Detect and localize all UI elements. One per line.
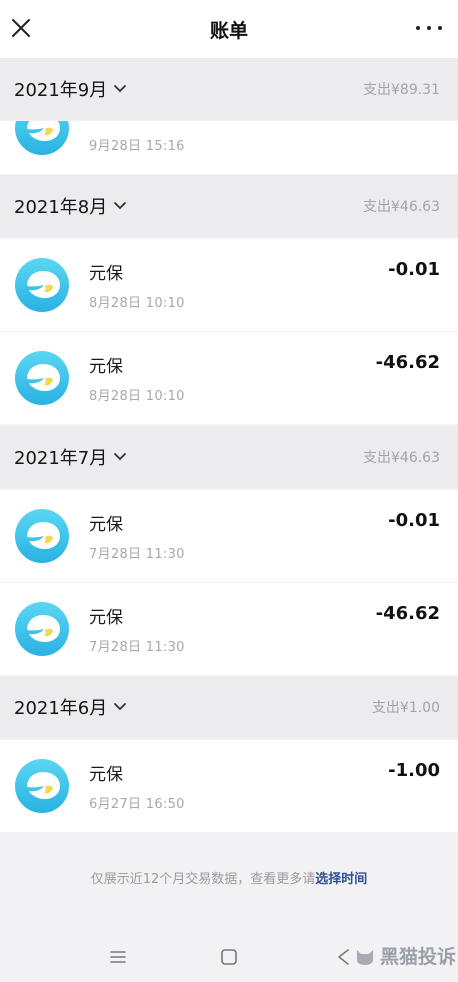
merchant-name: 元保 xyxy=(89,515,123,535)
transaction-time: 6月27日 16:50 xyxy=(89,797,185,812)
month-selector[interactable]: 2021年7月 xyxy=(14,444,127,470)
transaction-time: 7月28日 11:30 xyxy=(89,640,185,655)
month-selector[interactable]: 2021年6月 xyxy=(14,694,127,720)
month-header-2021-09: 2021年9月 支出¥89.31 xyxy=(0,58,458,120)
transaction-time: 7月28日 11:30 xyxy=(89,547,185,562)
month-title: 2021年7月 xyxy=(14,448,108,469)
menu-icon[interactable] xyxy=(107,946,129,968)
yuanbao-logo-icon xyxy=(15,759,69,813)
month-selector[interactable]: 2021年8月 xyxy=(14,193,127,219)
transaction-time: 8月28日 10:10 xyxy=(89,296,185,311)
transaction-amount: -46.62 xyxy=(375,603,440,624)
top-bar: 账单 xyxy=(0,0,458,58)
select-time-link[interactable]: 选择时间 xyxy=(315,872,367,887)
yuanbao-logo-icon xyxy=(15,258,69,312)
yuanbao-logo-icon xyxy=(15,351,69,405)
transaction-row[interactable]: 元保 8月28日 10:10 -0.01 xyxy=(0,239,458,331)
month-header-2021-07: 2021年7月 支出¥46.63 xyxy=(0,426,458,488)
month-summary: 支出¥46.63 xyxy=(363,199,440,215)
transaction-time: 8月28日 10:10 xyxy=(89,389,185,404)
page-title: 账单 xyxy=(209,19,248,42)
home-icon[interactable] xyxy=(218,946,240,968)
transaction-amount: -46.62 xyxy=(375,352,440,373)
transaction-row[interactable]: 元保 7月28日 11:30 -46.62 xyxy=(0,583,458,675)
month-title: 2021年6月 xyxy=(14,698,108,719)
merchant-name: 元保 xyxy=(89,765,123,785)
month-selector[interactable]: 2021年9月 xyxy=(14,76,127,102)
transaction-row[interactable]: 9月28日 15:16 xyxy=(0,121,458,174)
more-icon[interactable] xyxy=(416,18,442,38)
transaction-amount: -0.01 xyxy=(388,259,440,280)
merchant-name: 元保 xyxy=(89,264,123,284)
chevron-down-icon xyxy=(114,202,127,210)
month-summary: 支出¥1.00 xyxy=(371,700,440,716)
month-summary: 支出¥89.31 xyxy=(363,82,440,98)
transaction-amount: -1.00 xyxy=(388,760,440,781)
month-header-2021-06: 2021年6月 支出¥1.00 xyxy=(0,676,458,738)
back-icon[interactable] xyxy=(333,946,355,968)
yuanbao-logo-icon xyxy=(15,121,69,155)
close-icon[interactable] xyxy=(10,17,32,39)
transaction-amount: -0.01 xyxy=(388,510,440,531)
footer-note-text: 仅展示近12个月交易数据，查看更多请 xyxy=(90,872,316,887)
transaction-row[interactable]: 元保 6月27日 16:50 -1.00 xyxy=(0,740,458,832)
transaction-time: 9月28日 15:16 xyxy=(89,139,185,154)
yuanbao-logo-icon xyxy=(15,509,69,563)
transaction-row[interactable]: 元保 8月28日 10:10 -46.62 xyxy=(0,332,458,424)
transaction-row[interactable]: 元保 7月28日 11:30 -0.01 xyxy=(0,490,458,582)
month-summary: 支出¥46.63 xyxy=(363,450,440,466)
yuanbao-logo-icon xyxy=(15,602,69,656)
watermark: 黑猫投诉 xyxy=(354,942,456,969)
chevron-down-icon xyxy=(114,85,127,93)
watermark-text: 黑猫投诉 xyxy=(379,946,456,968)
merchant-name: 元保 xyxy=(89,608,123,628)
chevron-down-icon xyxy=(114,703,127,711)
chevron-down-icon xyxy=(114,453,127,461)
month-title: 2021年8月 xyxy=(14,197,108,218)
merchant-name: 元保 xyxy=(89,357,123,377)
month-header-2021-08: 2021年8月 支出¥46.63 xyxy=(0,175,458,237)
month-title: 2021年9月 xyxy=(14,80,108,101)
cat-logo-icon xyxy=(356,949,373,965)
footer-note: 仅展示近12个月交易数据，查看更多请选择时间 xyxy=(0,868,458,887)
